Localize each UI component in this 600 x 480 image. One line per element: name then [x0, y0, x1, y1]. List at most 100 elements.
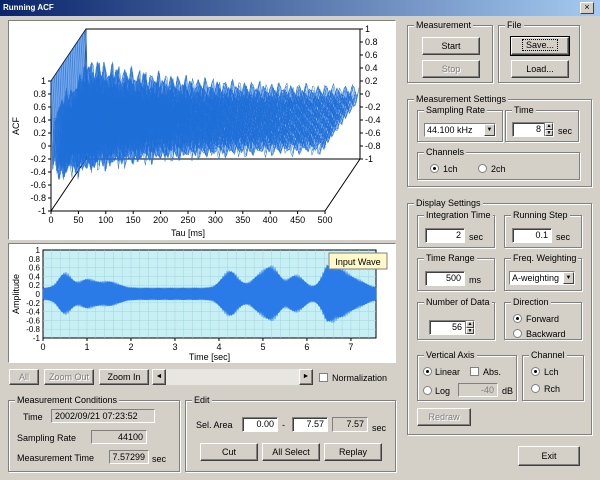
- number-of-data-stepper[interactable]: ▲ ▼: [465, 321, 474, 334]
- vertical-axis-group: Vertical Axis Linear Abs. Log -40 dB: [417, 350, 517, 401]
- measurement-settings-group: Measurement Settings Sampling Rate 44.10…: [407, 94, 592, 187]
- 1ch-radio[interactable]: [430, 164, 439, 173]
- sel-length-value: 7.57: [332, 417, 368, 432]
- acf-xtick-label: 50: [73, 215, 83, 225]
- all-button[interactable]: All: [9, 369, 39, 385]
- edit-label: Edit: [192, 395, 212, 405]
- backward-radio[interactable]: [513, 329, 522, 338]
- acf-ytick-right-label: -1: [365, 154, 373, 164]
- wave-ytick-label: -0.4: [26, 308, 40, 317]
- log-label: Log: [435, 386, 451, 396]
- normalization-checkbox[interactable]: [319, 373, 328, 382]
- zoom-in-button[interactable]: Zoom In: [99, 369, 149, 385]
- save-button[interactable]: Save...: [510, 36, 570, 56]
- integration-time-input[interactable]: 2: [425, 228, 465, 243]
- sel-sec-unit: sec: [372, 423, 387, 433]
- acf-ytick-label: -0.6: [30, 180, 46, 190]
- wave-xtick-label: 5: [260, 342, 265, 352]
- log-radio[interactable]: [423, 386, 432, 395]
- acf-xtick-label: 150: [126, 215, 141, 225]
- cut-button[interactable]: Cut: [200, 443, 258, 461]
- scroll-right-button[interactable]: ►: [299, 369, 313, 385]
- acf-xtick-label: 250: [180, 215, 195, 225]
- 2ch-radio[interactable]: [478, 164, 487, 173]
- vertical-axis-label: Vertical Axis: [424, 350, 477, 360]
- wave-xtick-label: 6: [304, 342, 309, 352]
- running-step-unit: sec: [556, 232, 571, 242]
- all-select-button[interactable]: All Select: [262, 443, 320, 461]
- freq-weighting-select[interactable]: A-weighting ▼: [509, 271, 575, 285]
- time-range-label: Time Range: [424, 253, 477, 263]
- time-stepper[interactable]: ▲ ▼: [544, 123, 553, 136]
- number-of-data-group: Number of Data 56 ▲ ▼: [417, 297, 495, 340]
- sampling-rate-label: Sampling Rate: [17, 433, 77, 443]
- number-of-data-label: Number of Data: [424, 297, 492, 307]
- measurement-conditions-label: Measurement Conditions: [15, 395, 120, 405]
- freq-weighting-group: Freq. Weighting A-weighting ▼: [504, 253, 582, 291]
- horizontal-scrollbar[interactable]: ◄ ►: [152, 369, 313, 385]
- start-button[interactable]: Start: [422, 37, 480, 55]
- freq-weighting-label: Freq. Weighting: [511, 253, 579, 263]
- rch-label: Rch: [544, 384, 561, 394]
- integration-time-unit: sec: [469, 232, 484, 242]
- integration-time-label: Integration Time: [424, 210, 493, 220]
- wave-ytick-label: 1: [36, 246, 41, 255]
- 1ch-label: 1ch: [443, 164, 458, 174]
- rch-radio[interactable]: [531, 384, 540, 393]
- wave-xtick-label: 4: [216, 342, 221, 352]
- acf-xtick-label: 400: [263, 215, 278, 225]
- wave-ytick-label: 0.4: [29, 272, 41, 281]
- sel-from-input[interactable]: 0.00: [242, 417, 278, 432]
- acf-ytick-label: 0.4: [33, 115, 46, 125]
- close-button[interactable]: ×: [580, 2, 594, 14]
- time-range-unit: ms: [469, 275, 481, 285]
- load-button[interactable]: Load...: [511, 60, 569, 78]
- 2ch-label: 2ch: [491, 164, 506, 174]
- wave-ytick-label: 0: [36, 290, 41, 299]
- measurement-time-value: 7.57299: [109, 450, 149, 464]
- chevron-down-icon: ▼: [484, 124, 495, 136]
- running-step-input[interactable]: 0.1: [512, 228, 552, 243]
- time-setting-label: Time: [512, 105, 536, 115]
- acf-ytick-label: 1: [41, 76, 46, 86]
- window-title: Running ACF: [3, 3, 54, 12]
- acf-ytick-right-label: -0.2: [365, 102, 381, 112]
- acf-xtick-label: 300: [208, 215, 223, 225]
- time-range-group: Time Range 500 ms: [417, 253, 495, 291]
- acf-xtick-label: 500: [317, 215, 332, 225]
- acf-ytick-label: 0: [41, 141, 46, 151]
- acf-ytick-label: -1: [38, 206, 46, 216]
- acf-ytick-right-label: -0.6: [365, 128, 381, 138]
- scroll-left-button[interactable]: ◄: [152, 369, 166, 385]
- acf-xtick-label: 350: [235, 215, 250, 225]
- sampling-rate-select[interactable]: 44.100 kHz ▼: [424, 123, 496, 137]
- sel-to-input[interactable]: 7.57: [292, 417, 328, 432]
- acf-ytick-label: 0.6: [33, 102, 46, 112]
- time-label: Time: [23, 412, 43, 422]
- redraw-button[interactable]: Redraw: [417, 408, 471, 426]
- lch-radio[interactable]: [531, 367, 540, 376]
- lch-label: Lch: [544, 367, 559, 377]
- linear-radio[interactable]: [423, 367, 432, 376]
- time-range-input[interactable]: 500: [425, 271, 465, 286]
- time-value: 2002/09/21 07:23:52: [51, 409, 155, 423]
- zoom-out-button[interactable]: Zoom Out: [44, 369, 94, 385]
- display-settings-label: Display Settings: [414, 198, 483, 208]
- abs-checkbox[interactable]: [470, 367, 479, 376]
- save-button-label: Save...: [521, 39, 558, 51]
- acf-plot-frame: 1 0.8 0.6 0.4 0.2 0 -0.2 -0.4 -0.6 -0.8 -1 1 0.8 0.6 0…: [8, 20, 396, 240]
- acf-ytick-label: 0.8: [33, 89, 46, 99]
- log-db-input[interactable]: -40: [458, 383, 498, 397]
- channels-label: Channels: [424, 147, 467, 157]
- measurement-time-label: Measurement Time: [17, 453, 95, 463]
- exit-button[interactable]: Exit: [518, 446, 580, 466]
- file-group: File Save... Load...: [498, 20, 580, 83]
- sampling-rate-group: Sampling Rate 44.100 kHz ▼: [417, 105, 503, 142]
- direction-label: Direction: [511, 297, 551, 307]
- forward-radio[interactable]: [513, 314, 522, 323]
- replay-button[interactable]: Replay: [324, 443, 382, 461]
- acf-xtick-label: 200: [153, 215, 168, 225]
- stop-button[interactable]: Stop: [422, 60, 480, 78]
- acf-xtick-label: 450: [290, 215, 305, 225]
- acf-ytick-label: -0.8: [30, 193, 46, 203]
